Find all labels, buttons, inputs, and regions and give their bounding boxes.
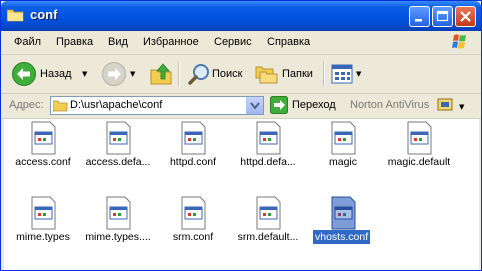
menu-view[interactable]: Вид — [108, 36, 128, 48]
menu-favorites[interactable]: Избранное — [143, 36, 199, 48]
file-item[interactable]: httpd.conf — [155, 119, 231, 183]
toolbar: Назад ▼ ▼ Поиск Папки ▼ — [1, 55, 481, 94]
config-file-icon — [181, 196, 206, 230]
config-file-icon — [181, 121, 206, 155]
file-name: magic — [328, 156, 357, 168]
close-button[interactable] — [455, 6, 476, 27]
file-item[interactable]: magic.default — [381, 119, 457, 183]
file-name: mime.types — [16, 231, 70, 243]
toolbar-separator — [323, 61, 325, 87]
views-dropdown-icon[interactable]: ▼ — [356, 70, 361, 78]
minimize-icon — [415, 19, 422, 22]
config-file-icon — [31, 196, 56, 230]
search-label: Поиск — [212, 68, 243, 80]
back-arrow-icon — [12, 62, 36, 86]
config-file-icon — [256, 121, 281, 155]
folder-icon — [7, 9, 24, 22]
file-item[interactable]: access.conf — [5, 119, 81, 183]
folders-label: Папки — [282, 68, 313, 80]
window-title: conf — [30, 7, 58, 22]
file-name: access.conf — [15, 156, 71, 168]
search-icon — [188, 64, 209, 85]
config-file-icon — [331, 121, 356, 155]
file-name: magic.default — [387, 156, 451, 168]
address-input[interactable]: D:\usr\apache\conf — [50, 96, 264, 115]
norton-antivirus-icon[interactable] — [437, 98, 455, 114]
file-item[interactable]: srm.conf — [155, 194, 231, 258]
file-name: srm.default... — [237, 231, 299, 243]
file-name: httpd.defa... — [240, 156, 296, 168]
file-item-selected[interactable]: vhosts.conf — [305, 194, 381, 258]
menu-file[interactable]: Файл — [14, 36, 41, 48]
go-button[interactable]: Переход — [269, 95, 341, 116]
up-folder-icon[interactable] — [149, 62, 173, 86]
file-name: mime.types.... — [85, 231, 151, 243]
folder-icon — [53, 100, 68, 112]
views-button[interactable]: ▼ — [329, 59, 365, 89]
menu-edit[interactable]: Правка — [56, 36, 93, 48]
menu-bar: Файл Правка Вид Избранное Сервис Справка — [1, 31, 481, 55]
file-item[interactable]: httpd.defa... — [230, 119, 306, 183]
windows-logo-icon — [452, 34, 466, 49]
config-file-icon — [106, 121, 131, 155]
file-item[interactable]: magic — [305, 119, 381, 183]
config-file-icon — [106, 196, 131, 230]
title-bar[interactable]: conf — [1, 1, 481, 31]
maximize-icon — [436, 10, 449, 22]
file-item[interactable]: mime.types — [5, 194, 81, 258]
file-list: access.conf access.defa... httpd.conf ht… — [4, 119, 479, 270]
file-name: vhosts.conf — [313, 230, 371, 244]
close-icon — [460, 11, 471, 22]
folders-icon — [255, 66, 278, 84]
maximize-button[interactable] — [432, 6, 453, 27]
config-file-icon — [407, 121, 432, 155]
address-value: D:\usr\apache\conf — [70, 99, 163, 111]
file-name: httpd.conf — [169, 156, 217, 168]
back-button[interactable]: Назад ▼ — [9, 59, 97, 89]
file-item[interactable]: mime.types.... — [80, 194, 156, 258]
file-name: access.defa... — [85, 156, 151, 168]
search-button[interactable]: Поиск — [186, 59, 246, 89]
forward-button[interactable]: ▼ — [101, 59, 139, 89]
norton-dropdown-icon[interactable]: ▼ — [459, 103, 464, 111]
config-file-icon — [331, 196, 356, 230]
norton-antivirus-label[interactable]: Norton AntiVirus — [350, 99, 429, 111]
file-name: srm.conf — [172, 231, 214, 243]
forward-arrow-icon — [102, 62, 126, 86]
menu-help[interactable]: Справка — [267, 36, 310, 48]
file-item[interactable]: access.defa... — [80, 119, 156, 183]
toolbar-separator — [178, 61, 180, 87]
address-dropdown-button[interactable] — [246, 97, 263, 114]
minimize-button[interactable] — [409, 6, 430, 27]
views-icon — [331, 64, 353, 84]
go-label: Переход — [292, 99, 336, 111]
folders-button[interactable]: Папки — [253, 59, 319, 89]
address-bar: Адрес: D:\usr\apache\conf Переход Norton… — [1, 94, 481, 119]
go-arrow-icon — [270, 96, 288, 114]
chevron-down-icon — [250, 102, 260, 110]
file-item[interactable]: srm.default... — [230, 194, 306, 258]
config-file-icon — [256, 196, 281, 230]
back-label: Назад — [40, 68, 72, 80]
explorer-window: conf Файл Правка Вид Избранное Сервис Сп… — [0, 0, 482, 271]
config-file-icon — [31, 121, 56, 155]
menu-tools[interactable]: Сервис — [214, 36, 252, 48]
back-dropdown-icon[interactable]: ▼ — [82, 70, 87, 78]
forward-dropdown-icon[interactable]: ▼ — [130, 70, 135, 78]
address-label: Адрес: — [9, 99, 44, 111]
